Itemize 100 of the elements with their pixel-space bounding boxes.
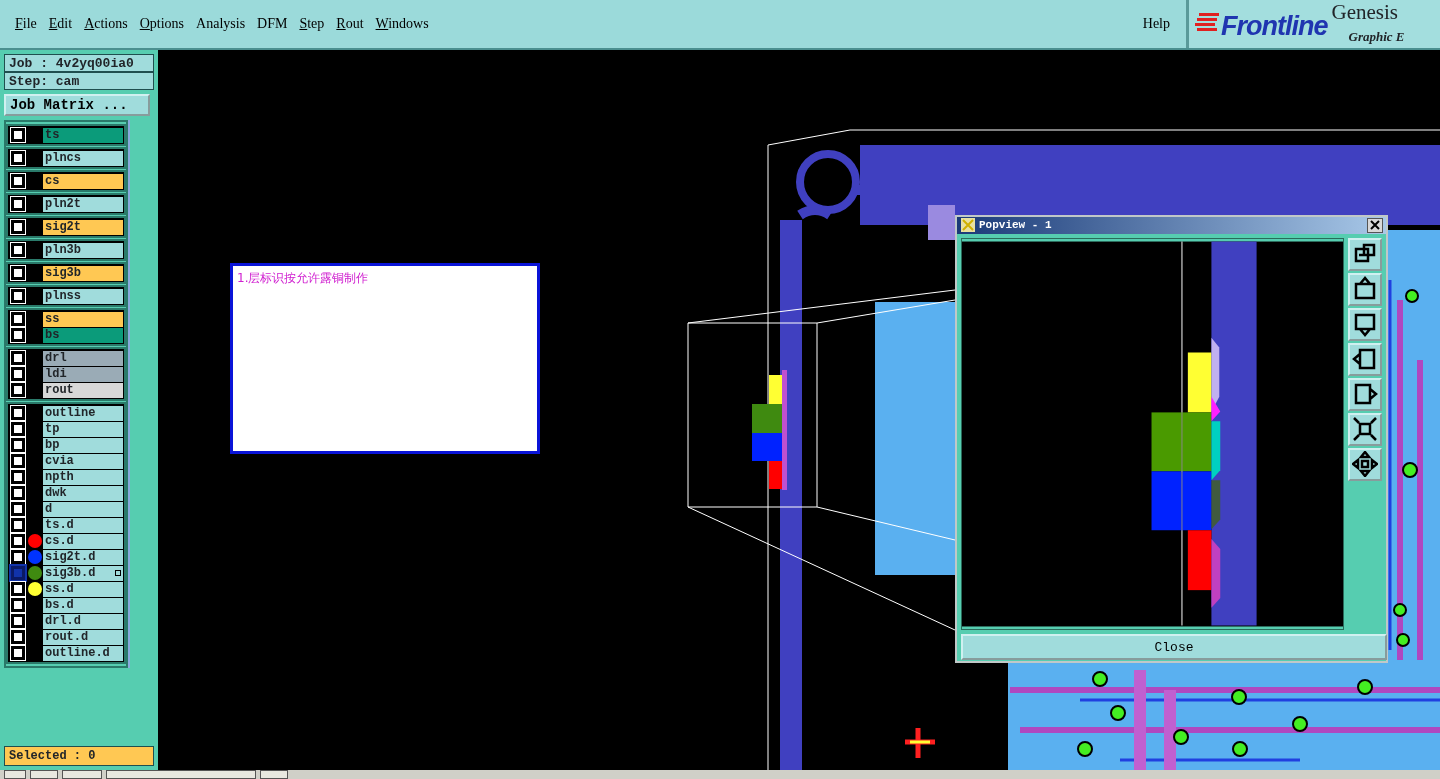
layer-name[interactable]: ts.d <box>43 517 123 533</box>
toolbar-button[interactable] <box>106 770 256 779</box>
view-tool-button[interactable] <box>1348 412 1382 446</box>
layer-checkbox[interactable] <box>11 406 25 420</box>
layer-name[interactable]: sig3b.d <box>43 565 123 581</box>
view-tool-button[interactable] <box>1348 237 1382 271</box>
layer-checkbox[interactable] <box>11 614 25 628</box>
help-menu[interactable]: Help <box>1142 12 1170 34</box>
layer-checkbox[interactable] <box>11 197 25 211</box>
layer-name[interactable]: cs.d <box>43 533 123 549</box>
layer-checkbox[interactable] <box>11 454 25 468</box>
layer-name[interactable]: outline.d <box>43 645 123 661</box>
toolbar-button[interactable] <box>4 770 26 779</box>
menu-item[interactable]: Rout <box>336 12 364 34</box>
expand-icon[interactable] <box>115 569 121 576</box>
layer-name[interactable]: ss.d <box>43 581 123 597</box>
layer-checkbox[interactable] <box>11 518 25 532</box>
layer-name[interactable]: sig3b <box>43 265 123 281</box>
zoom-in-icon <box>1352 416 1378 442</box>
menu-item[interactable]: Step <box>299 12 325 34</box>
toolbar-button[interactable] <box>62 770 102 779</box>
layer-checkbox[interactable] <box>11 367 25 381</box>
layer-name[interactable]: bp <box>43 437 123 453</box>
layer-checkbox[interactable] <box>11 566 25 580</box>
layer-name[interactable]: ss <box>43 311 123 327</box>
layer-checkbox[interactable] <box>11 328 25 342</box>
layer-name[interactable]: pln2t <box>43 196 123 212</box>
move-down-icon <box>1352 311 1378 337</box>
toolbar-button[interactable] <box>30 770 58 779</box>
job-label: Job : 4v2yq00ia0 <box>4 54 154 72</box>
layer-name[interactable]: drl.d <box>43 613 123 629</box>
layer-checkbox[interactable] <box>11 502 25 516</box>
layer-checkbox[interactable] <box>11 486 25 500</box>
selected-count-label: Selected : 0 <box>4 746 154 766</box>
layer-name[interactable]: ldi <box>43 366 123 382</box>
view-tool-button[interactable] <box>1348 447 1382 481</box>
window-app-icon <box>961 218 975 233</box>
view-tool-button[interactable] <box>1348 307 1382 341</box>
layer-checkbox[interactable] <box>11 598 25 612</box>
menu-item[interactable]: Windows <box>375 12 429 34</box>
move-right-icon <box>1352 381 1378 407</box>
layer-checkbox[interactable] <box>11 550 25 564</box>
layer-checkbox[interactable] <box>11 630 25 644</box>
layer-checkbox[interactable] <box>11 422 25 436</box>
move-up-icon <box>1352 276 1378 302</box>
layer-name[interactable]: plnss <box>43 288 123 304</box>
layer-checkbox[interactable] <box>11 174 25 188</box>
layer-checkbox[interactable] <box>11 312 25 326</box>
product-name: Genesis <box>1331 2 1399 23</box>
layer-name[interactable]: rout.d <box>43 629 123 645</box>
layer-name[interactable]: tp <box>43 421 123 437</box>
layer-name[interactable]: sig2t.d <box>43 549 123 565</box>
menu-item[interactable]: Actions <box>84 12 128 34</box>
brand-logo-text: Frontline <box>1221 10 1328 43</box>
layer-name[interactable]: d <box>43 501 123 517</box>
pan-icon <box>1352 451 1378 477</box>
layer-name[interactable]: plncs <box>43 150 123 166</box>
close-button[interactable]: Close <box>961 634 1387 661</box>
layer-name[interactable]: dwk <box>43 485 123 501</box>
layer-name[interactable]: drl <box>43 350 123 366</box>
menu-item[interactable]: Analysis <box>196 12 246 34</box>
layer-name[interactable]: npth <box>43 469 123 485</box>
logo-stripes-icon <box>1195 12 1221 34</box>
layer-checkbox[interactable] <box>11 383 25 397</box>
view-tool-button[interactable] <box>1348 377 1382 411</box>
layer-checkbox[interactable] <box>11 220 25 234</box>
layer-name[interactable]: sig2t <box>43 219 123 235</box>
window-title: Popview - 1 <box>979 218 1053 233</box>
layer-checkbox[interactable] <box>11 243 25 257</box>
menu-item[interactable]: Edit <box>48 12 73 34</box>
layer-checkbox[interactable] <box>11 289 25 303</box>
layer-checkbox[interactable] <box>11 128 25 142</box>
layer-name[interactable]: bs.d <box>43 597 123 613</box>
layer-name[interactable]: pln3b <box>43 242 123 258</box>
move-left-icon <box>1352 346 1378 372</box>
menu-item[interactable]: DFM <box>257 12 288 34</box>
view-tool-button[interactable] <box>1348 342 1382 376</box>
menu-item[interactable]: Options <box>139 12 185 34</box>
view-tool-button[interactable] <box>1348 272 1382 306</box>
note-text: 1.层标识按允许露铜制作 <box>236 270 370 287</box>
layer-name[interactable]: rout <box>43 382 123 398</box>
layer-checkbox[interactable] <box>11 470 25 484</box>
layer-name[interactable]: cvia <box>43 453 123 469</box>
layer-checkbox[interactable] <box>11 534 25 548</box>
layer-checkbox[interactable] <box>11 151 25 165</box>
product-subtitle: Graphic E <box>1348 28 1405 46</box>
layer-checkbox[interactable] <box>11 646 25 660</box>
layer-checkbox[interactable] <box>11 582 25 596</box>
layer-checkbox[interactable] <box>11 438 25 452</box>
toolbar-button[interactable] <box>260 770 288 779</box>
layer-checkbox[interactable] <box>11 266 25 280</box>
close-button[interactable] <box>1367 217 1383 233</box>
menu-item[interactable]: File <box>15 12 37 34</box>
layer-name[interactable]: outline <box>43 405 123 421</box>
layer-name[interactable]: bs <box>43 327 123 343</box>
layer-name[interactable]: ts <box>43 127 123 143</box>
job-matrix-button[interactable]: Job Matrix ... <box>4 94 150 116</box>
step-label: Step: cam <box>4 72 154 90</box>
layer-name[interactable]: cs <box>43 173 123 189</box>
layer-checkbox[interactable] <box>11 351 25 365</box>
